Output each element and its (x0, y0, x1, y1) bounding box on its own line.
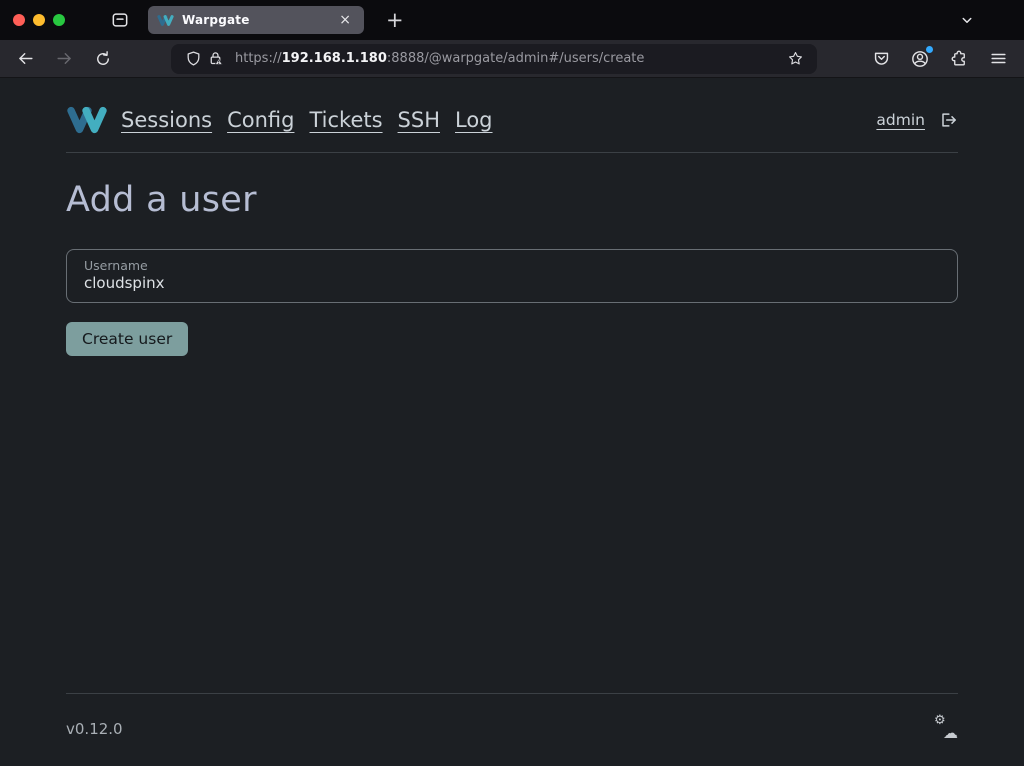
nav-link-config[interactable]: Config (227, 108, 294, 132)
username-field-group[interactable]: Username (66, 249, 958, 303)
tab-title: Warpgate (182, 13, 250, 27)
warpgate-favicon (157, 14, 174, 27)
back-button[interactable] (14, 48, 36, 70)
forward-button[interactable] (53, 48, 75, 70)
url-text[interactable]: https://192.168.1.180:8888/@warpgate/adm… (235, 51, 644, 66)
window-controls (0, 14, 65, 26)
browser-toolbar: https://192.168.1.180:8888/@warpgate/adm… (0, 40, 1024, 78)
window-zoom-button[interactable] (53, 14, 65, 26)
list-tabs-chevron-icon[interactable] (958, 11, 976, 29)
url-path: :8888/@warpgate/admin#/users/create (387, 51, 645, 66)
create-user-button[interactable]: Create user (66, 322, 188, 356)
nav-link-ssh[interactable]: SSH (398, 108, 440, 132)
menu-hamburger-icon[interactable] (987, 48, 1009, 70)
warpgate-logo[interactable] (66, 105, 108, 135)
username-label: Username (84, 258, 940, 273)
extensions-puzzle-icon[interactable] (948, 48, 970, 70)
new-tab-button[interactable]: + (380, 8, 410, 33)
shield-icon[interactable] (182, 48, 204, 70)
version-label: v0.12.0 (66, 720, 123, 738)
browser-tab-bar: Warpgate × + (0, 0, 1024, 40)
bookmark-star-icon[interactable] (784, 48, 806, 70)
firefox-view-icon[interactable] (107, 7, 133, 33)
reload-button[interactable] (92, 48, 114, 70)
username-input[interactable] (84, 274, 940, 292)
window-close-button[interactable] (13, 14, 25, 26)
app-navbar: Sessions Config Tickets SSH Log admin (66, 78, 958, 153)
url-protocol: https:// (235, 51, 282, 66)
warpgate-admin-page: Sessions Config Tickets SSH Log admin Ad… (0, 78, 1024, 766)
account-notification-dot (926, 46, 933, 53)
account-icon[interactable] (909, 48, 931, 70)
lock-warning-icon[interactable] (204, 48, 226, 70)
url-host: 192.168.1.180 (282, 51, 387, 66)
cloud-icon: ☁ (943, 724, 958, 742)
theme-auto-icon[interactable]: ⚙ ☁ (934, 719, 958, 739)
page-title: Add a user (66, 180, 958, 220)
window-minimize-button[interactable] (33, 14, 45, 26)
pocket-icon[interactable] (870, 48, 892, 70)
nav-links: Sessions Config Tickets SSH Log (121, 108, 493, 132)
tab-close-icon[interactable]: × (335, 11, 355, 29)
logout-icon[interactable] (938, 110, 958, 130)
current-user-link[interactable]: admin (876, 111, 925, 129)
nav-link-log[interactable]: Log (455, 108, 493, 132)
url-bar[interactable]: https://192.168.1.180:8888/@warpgate/adm… (171, 44, 817, 74)
nav-link-tickets[interactable]: Tickets (309, 108, 382, 132)
content-spacer (66, 356, 958, 693)
app-footer: v0.12.0 ⚙ ☁ (66, 693, 958, 739)
nav-link-sessions[interactable]: Sessions (121, 108, 212, 132)
browser-tab[interactable]: Warpgate × (148, 6, 364, 34)
